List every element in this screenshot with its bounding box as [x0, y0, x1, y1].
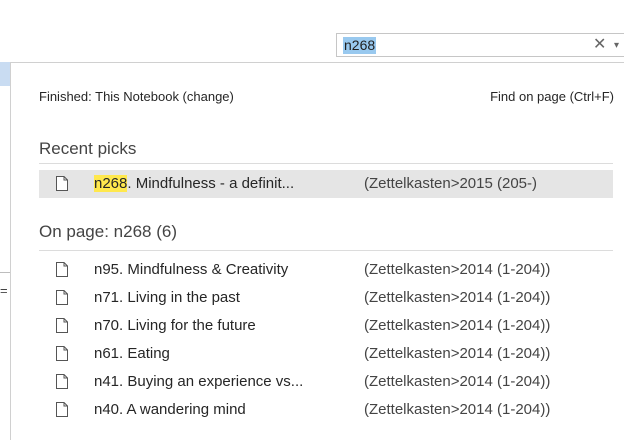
result-location: (Zettelkasten>2014 (1-204)) [364, 373, 551, 390]
page-selection-accent [0, 62, 10, 86]
result-location: (Zettelkasten>2014 (1-204)) [364, 289, 551, 306]
result-title: n71. Living in the past [94, 289, 240, 306]
page-icon [56, 318, 68, 333]
result-item[interactable]: n40. A wandering mind (Zettelkasten>2014… [39, 396, 613, 424]
result-title-rest: . Mindfulness - a definit... [127, 175, 295, 192]
result-title: n40. A wandering mind [94, 401, 246, 418]
result-title: n41. Buying an experience vs... [94, 373, 304, 390]
find-on-page-link[interactable]: Find on page (Ctrl+F) [490, 87, 614, 107]
page-content-glyph: = [0, 283, 8, 298]
result-location: (Zettelkasten>2014 (1-204)) [364, 345, 551, 362]
result-title: n95. Mindfulness & Creativity [94, 261, 289, 278]
scope-row: Finished: This Notebook (change) Find on… [11, 87, 614, 107]
result-item[interactable]: n95. Mindfulness & Creativity (Zettelkas… [39, 256, 613, 284]
result-title: n61. Eating [94, 345, 170, 362]
page-icon [56, 402, 68, 417]
result-title: n268. Mindfulness - a definit... [94, 170, 294, 198]
result-item[interactable]: n70. Living for the future (Zettelkasten… [39, 312, 613, 340]
recent-pick-item[interactable]: n268. Mindfulness - a definit... (Zettel… [39, 170, 613, 198]
page-icon [56, 374, 68, 389]
clear-search-icon[interactable]: ✕ [593, 36, 606, 54]
page-content-edge [0, 62, 10, 440]
scope-change-link[interactable]: Finished: This Notebook (change) [39, 87, 234, 107]
page-icon [56, 290, 68, 305]
page-icon [56, 262, 68, 277]
on-page-header: On page: n268 (6) [39, 220, 613, 251]
result-location: (Zettelkasten>2014 (1-204)) [364, 401, 551, 418]
search-input[interactable]: n268 [343, 37, 377, 54]
result-title: n70. Living for the future [94, 317, 256, 334]
result-location: (Zettelkasten>2015 (205-) [364, 175, 538, 192]
search-match-highlight: n268 [94, 175, 128, 192]
result-location: (Zettelkasten>2014 (1-204)) [364, 317, 551, 334]
page-content-rule [0, 272, 10, 273]
page-icon [56, 346, 68, 361]
recent-picks-header: Recent picks [39, 137, 613, 164]
page-icon [56, 176, 68, 191]
search-box[interactable]: n268 ✕ ▾ [336, 33, 624, 57]
result-item[interactable]: n61. Eating (Zettelkasten>2014 (1-204)) [39, 340, 613, 368]
result-item[interactable]: n71. Living in the past (Zettelkasten>20… [39, 284, 613, 312]
search-results-panel: Finished: This Notebook (change) Find on… [10, 62, 624, 440]
search-scope-dropdown-icon[interactable]: ▾ [614, 38, 619, 54]
result-location: (Zettelkasten>2014 (1-204)) [364, 261, 551, 278]
result-item[interactable]: n41. Buying an experience vs... (Zettelk… [39, 368, 613, 396]
